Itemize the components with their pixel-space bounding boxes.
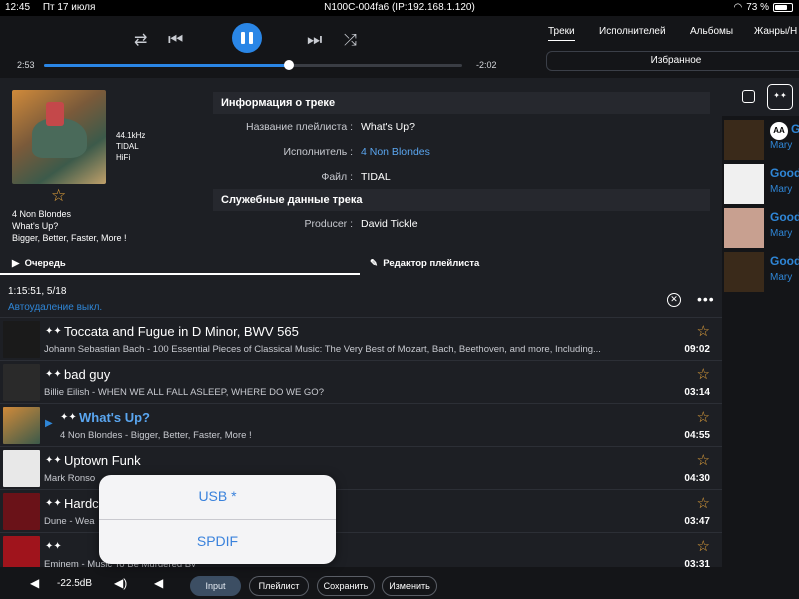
volume-down-icon[interactable]: ◀ — [30, 576, 39, 590]
library-tabs: Треки Исполнителей Альбомы Жанры/Н — [540, 22, 799, 41]
more-options-icon[interactable]: ••• — [697, 291, 715, 307]
tab-artists[interactable]: Исполнителей — [599, 26, 666, 37]
now-playing-album: Bigger, Better, Faster, More ! — [12, 233, 127, 243]
tidal-icon: ✦✦ — [45, 326, 62, 337]
track-cover — [3, 493, 40, 530]
side-list-item[interactable]: Good Mary — [722, 162, 799, 205]
queue-track[interactable]: ✦✦ Toccata and Fugue in D Minor, BWV 565… — [0, 317, 722, 360]
side-item-cover — [724, 208, 764, 248]
remaining-time: -2:02 — [476, 60, 497, 70]
seek-handle[interactable] — [283, 60, 294, 70]
volume-level: -22.5dB — [57, 578, 93, 589]
input-option-spdif[interactable]: SPDIF — [99, 533, 336, 549]
side-list-item[interactable]: Good Mary — [722, 250, 799, 293]
side-item-cover — [724, 252, 764, 292]
now-playing-marker-icon: ▶ — [45, 418, 53, 429]
track-cover — [3, 407, 40, 444]
input-select-popup: USB * SPDIF — [99, 475, 336, 564]
service-info-header: Служебные данные трека — [213, 189, 710, 211]
tab-albums[interactable]: Альбомы — [690, 26, 733, 37]
track-info-panel: Информация о треке Название плейлиста : … — [213, 92, 710, 236]
side-item-cover — [724, 120, 764, 160]
previous-icon[interactable]: ⏮ — [168, 30, 183, 50]
repeat-icon[interactable]: ⇄ — [134, 31, 147, 51]
info-row-file: Файл : TIDAL — [321, 171, 391, 183]
tidal-icon: ✦✦ — [45, 498, 62, 509]
autodelete-toggle[interactable]: Автоудаление выкл. — [8, 302, 102, 313]
tidal-icon: ✦✦ — [45, 369, 62, 380]
side-panel: ✦✦ AA G Mary Good Mary Good Mary Good Ma… — [722, 78, 799, 567]
side-list-item[interactable]: Good Mary — [722, 206, 799, 249]
now-playing-artist: 4 Non Blondes — [12, 209, 72, 219]
favorite-star-icon[interactable]: ☆ — [51, 186, 66, 206]
shuffle-icon[interactable]: ⤮ — [344, 31, 357, 51]
side-list-item[interactable]: AA G Mary — [722, 118, 799, 161]
artist-link[interactable]: 4 Non Blondes — [361, 146, 430, 158]
mute-icon[interactable]: ◀ — [154, 576, 163, 590]
star-icon[interactable]: ☆ — [697, 365, 710, 383]
star-icon[interactable]: ☆ — [697, 451, 710, 469]
clear-queue-icon[interactable]: ✕ — [667, 293, 681, 307]
info-row-playlist: Название плейлиста : What's Up? — [246, 121, 415, 133]
next-icon[interactable]: ⏭ — [307, 30, 322, 50]
tidal-icon: ✦✦ — [60, 412, 77, 423]
tab-queue[interactable]: ▶ Очередь — [12, 258, 66, 269]
info-row-producer: Producer : David Tickle — [304, 218, 418, 230]
star-icon[interactable]: ☆ — [697, 537, 710, 555]
tidal-icon: ✦✦ — [45, 455, 62, 466]
track-cover — [3, 364, 40, 401]
now-playing-card: 44.1kHz TIDAL HiFi ☆ 4 Non Blondes What'… — [0, 78, 210, 268]
playlist-button[interactable]: Плейлист — [249, 576, 309, 596]
track-cover — [3, 450, 40, 487]
bottom-bar: ◀ -22.5dB ◀) ◀ Input Плейлист Сохранить … — [0, 567, 799, 599]
tidal-icon: ✦✦ — [45, 541, 62, 552]
edit-button[interactable]: Изменить — [382, 576, 437, 596]
album-cover — [12, 90, 106, 184]
input-button[interactable]: Input — [190, 576, 241, 596]
track-cover — [3, 321, 40, 358]
select-icon[interactable] — [742, 90, 755, 103]
volume-up-icon[interactable]: ◀) — [114, 576, 127, 590]
tab-tracks[interactable]: Треки — [548, 26, 575, 41]
tab-genres[interactable]: Жанры/Н — [754, 26, 797, 37]
aa-icon: AA — [770, 122, 788, 140]
favorites-button[interactable]: Избранное — [546, 51, 799, 71]
pause-button[interactable] — [232, 23, 262, 53]
info-row-artist: Исполнитель : 4 Non Blondes — [283, 146, 430, 158]
queue-track-current[interactable]: ▶ ✦✦ What's Up? 4 Non Blondes - Bigger, … — [0, 403, 722, 446]
star-icon[interactable]: ☆ — [697, 494, 710, 512]
battery-percent: 73 % — [746, 2, 769, 13]
device-name: N100C-004fa6 (IP:192.168.1.120) — [324, 2, 475, 13]
tidal-service-icon[interactable]: ✦✦ — [767, 84, 793, 110]
track-info-header: Информация о треке — [213, 92, 710, 114]
elapsed-time: 2:53 — [17, 60, 35, 70]
queue-track[interactable]: ✦✦ bad guy Billie Eilish - WHEN WE ALL F… — [0, 360, 722, 403]
tab-playlist-editor[interactable]: ✎ Редактор плейлиста — [370, 258, 479, 269]
transport-bar: ⇄ ⏮ ⏭ ⤮ 2:53 -2:02 Треки Исполнителей Ал… — [0, 16, 799, 78]
wifi-icon: ◠ — [733, 2, 743, 13]
seek-bar[interactable] — [44, 60, 462, 70]
battery-icon — [773, 3, 793, 12]
save-button[interactable]: Сохранить — [317, 576, 375, 596]
star-icon[interactable]: ☆ — [697, 408, 710, 426]
audio-quality: 44.1kHz TIDAL HiFi — [116, 131, 146, 162]
queue-summary: 1:15:51, 5/18 — [8, 286, 67, 297]
star-icon[interactable]: ☆ — [697, 322, 710, 340]
now-playing-title: What's Up? — [12, 221, 59, 231]
queue-subtabs: ▶ Очередь ✎ Редактор плейлиста — [0, 252, 722, 276]
status-bar: 12:45 Пт 17 июля N100C-004fa6 (IP:192.16… — [0, 0, 799, 16]
side-item-cover — [724, 164, 764, 204]
input-option-usb[interactable]: USB * — [99, 488, 336, 504]
